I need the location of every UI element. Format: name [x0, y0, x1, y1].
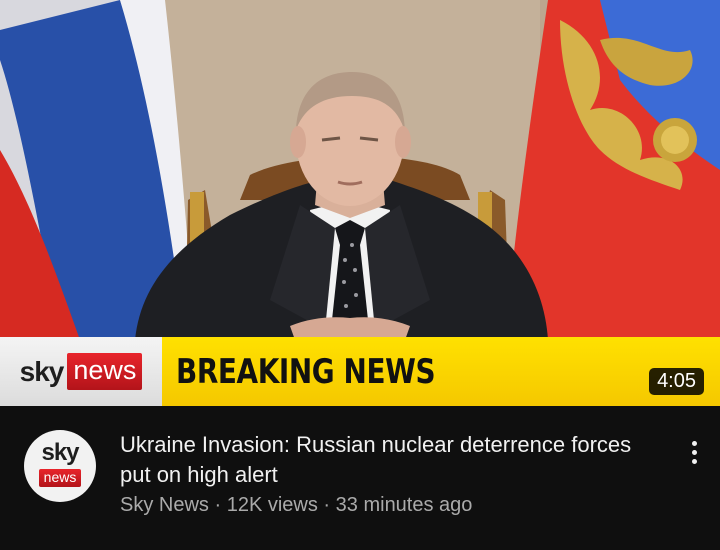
video-duration-badge: 4:05	[649, 368, 704, 395]
video-subline: Sky News · 12K views · 33 minutes ago	[120, 494, 472, 517]
logo-sky-text: sky	[19, 355, 65, 387]
avatar-news-text: news	[38, 469, 82, 487]
channel-name[interactable]: Sky News	[120, 494, 209, 516]
view-count: 12K views	[226, 494, 318, 516]
video-title[interactable]: Ukraine Invasion: Russian nuclear deterr…	[120, 430, 660, 490]
breaking-news-lower-third: sky news BREAKING NEWS 4:05	[0, 337, 720, 406]
separator-dot: ·	[323, 494, 331, 516]
kebab-dot	[691, 440, 697, 446]
logo-news-text: news	[67, 353, 143, 390]
upload-age: 33 minutes ago	[335, 494, 473, 516]
video-thumbnail[interactable]: sky news BREAKING NEWS 4:05	[0, 0, 720, 406]
breaking-news-banner: BREAKING NEWS 4:05	[162, 337, 720, 406]
channel-avatar[interactable]: sky news	[24, 430, 96, 502]
kebab-dot	[691, 449, 697, 455]
separator-dot: ·	[214, 494, 222, 516]
more-vert-icon[interactable]	[680, 432, 708, 472]
sky-news-logo: sky news	[0, 337, 162, 406]
breaking-news-headline: BREAKING NEWS	[176, 351, 436, 392]
kebab-dot	[691, 458, 697, 464]
video-meta-row: sky news Ukraine Invasion: Russian nucle…	[0, 406, 720, 550]
avatar-sky-text: sky	[41, 439, 79, 466]
